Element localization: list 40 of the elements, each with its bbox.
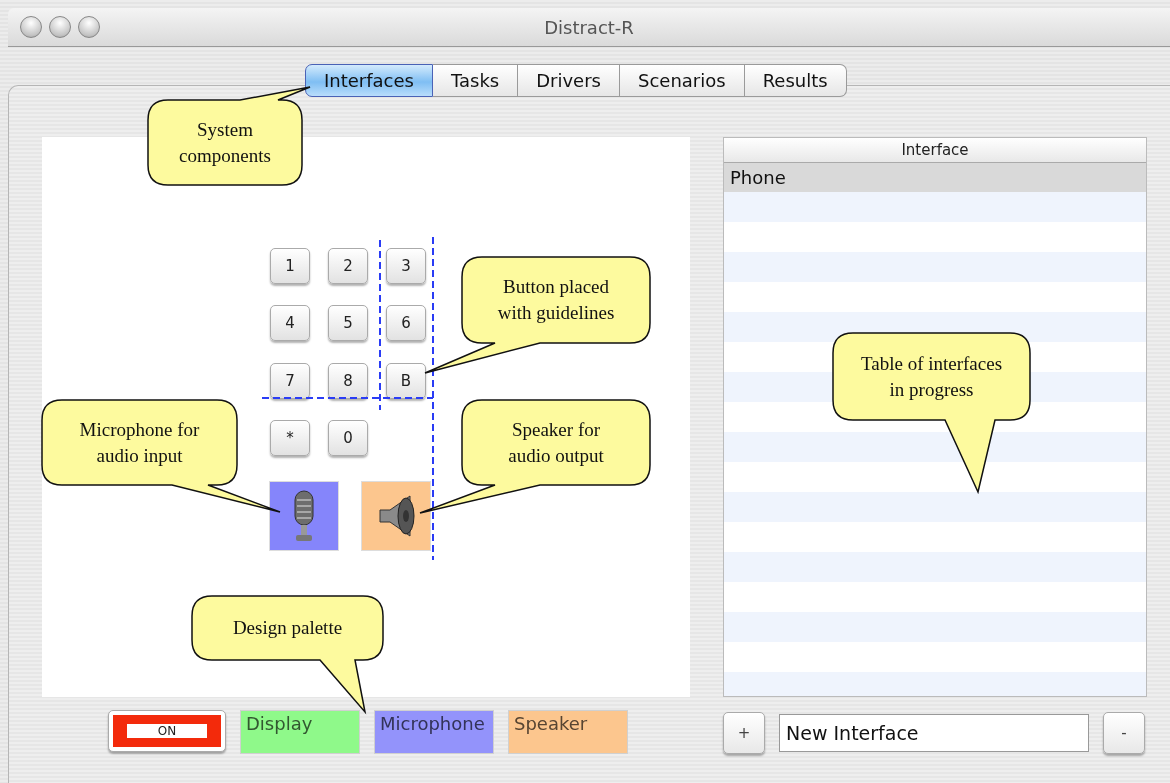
keypad-button[interactable]: 0 xyxy=(328,420,368,456)
callout-text: System components xyxy=(178,117,272,168)
microphone-icon xyxy=(293,490,315,542)
keypad-button[interactable]: 5 xyxy=(328,305,368,341)
keypad-button[interactable]: 3 xyxy=(386,248,426,284)
callout-text: Table of interfaces in progress xyxy=(859,351,1004,402)
table-row[interactable]: Phone xyxy=(724,163,1146,192)
zoom-button[interactable] xyxy=(78,16,100,38)
callout-text: Microphone for audio input xyxy=(78,417,201,468)
tab[interactable]: Results xyxy=(744,64,847,97)
callout-text: Design palette xyxy=(231,616,344,641)
speaker-tile[interactable] xyxy=(361,481,431,551)
palette-item[interactable]: Display xyxy=(240,710,360,754)
close-button[interactable] xyxy=(20,16,42,38)
tab[interactable]: Interfaces xyxy=(305,64,433,97)
remove-button[interactable]: - xyxy=(1103,712,1145,754)
palette-item[interactable]: Speaker xyxy=(508,710,628,754)
callout-text: Speaker for audio output xyxy=(507,417,605,468)
keypad-button[interactable]: * xyxy=(270,420,310,456)
keypad-button[interactable]: 1 xyxy=(270,248,310,284)
column-header[interactable]: Interface xyxy=(724,138,1146,162)
microphone-tile[interactable] xyxy=(269,481,339,551)
palette-item[interactable]: Microphone xyxy=(374,710,494,754)
keypad-button[interactable]: 4 xyxy=(270,305,310,341)
tab[interactable]: Scenarios xyxy=(620,64,745,97)
keypad-button[interactable]: 8 xyxy=(328,363,368,399)
callout-text: Button placed with guidelines xyxy=(496,275,616,325)
minimize-button[interactable] xyxy=(49,16,71,38)
name-input-field[interactable]: New Interface xyxy=(779,714,1089,752)
keypad-button[interactable]: 6 xyxy=(386,305,426,341)
toggle-label: ON xyxy=(127,724,207,738)
on-toggle-button[interactable]: ON xyxy=(108,710,226,752)
keypad-button[interactable]: 2 xyxy=(328,248,368,284)
tab[interactable]: Drivers xyxy=(518,64,620,97)
window-title: Distract-R xyxy=(544,16,634,38)
keypad-button[interactable]: 7 xyxy=(270,363,310,399)
speaker-icon xyxy=(376,494,416,538)
keypad-button[interactable]: B xyxy=(386,363,426,399)
add-button[interactable]: + xyxy=(723,712,765,754)
tab[interactable]: Tasks xyxy=(432,64,519,97)
